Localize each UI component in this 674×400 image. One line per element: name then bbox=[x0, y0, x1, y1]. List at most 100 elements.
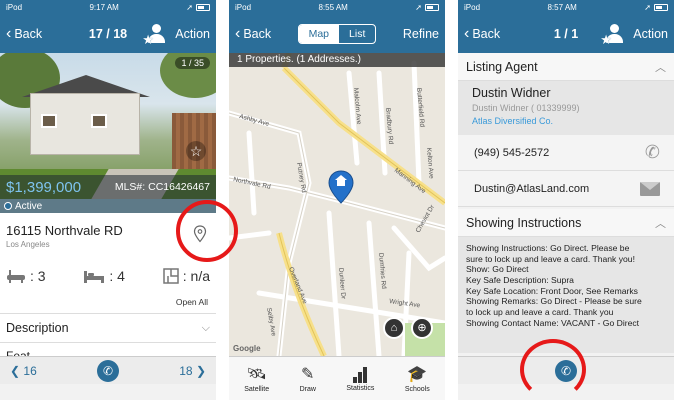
schools-label: Schools bbox=[404, 386, 430, 393]
schools-button[interactable]: 🎓 Schools bbox=[405, 366, 430, 393]
property-photo[interactable]: 1 / 35 ☆ $1,399,000 MLS#: CC16426467 bbox=[0, 53, 216, 199]
next-number: 18 bbox=[179, 363, 193, 378]
back-label: Back bbox=[243, 27, 272, 41]
showing-line: Show: Go Direct bbox=[466, 264, 529, 275]
carrier-label: iPod bbox=[464, 3, 481, 12]
open-all-link[interactable]: Open All bbox=[176, 297, 208, 307]
tab-map[interactable]: Map bbox=[298, 25, 340, 43]
showing-line: Key Safe Description: Supra bbox=[466, 274, 574, 285]
carrier-label: iPod bbox=[235, 3, 252, 12]
tab-list[interactable]: List bbox=[339, 25, 375, 43]
properties-count-bar: 1 Properties. (1 Addresses.) bbox=[229, 53, 445, 67]
email-row[interactable]: Dustin@AtlasLand.com bbox=[458, 171, 674, 207]
satellite-button[interactable]: 🛰 Satellite bbox=[244, 366, 269, 393]
carrier-label: iPod bbox=[6, 3, 23, 12]
refine-button[interactable]: Refine bbox=[403, 27, 439, 41]
map-toolbar: 🛰 Satellite ✎ Draw Statistics 🎓 Schools bbox=[229, 356, 445, 400]
chevron-up-icon: ︿ bbox=[655, 61, 666, 74]
action-button[interactable]: Action bbox=[633, 27, 668, 41]
nav-bar: ‹ Back Map List Refine bbox=[229, 15, 445, 53]
price: $1,399,000 bbox=[6, 178, 82, 196]
showing-instructions-header[interactable]: Showing Instructions ︿ bbox=[458, 209, 674, 237]
status-bar: iPod 8:57 AM ➚ bbox=[458, 0, 674, 15]
chevron-left-icon: ‹ bbox=[6, 25, 12, 42]
envelope-icon[interactable] bbox=[640, 181, 660, 196]
agent-card: Dustin Widner Dustin Widner ( 01339999) … bbox=[458, 81, 674, 135]
feature-row: : 3 : 4 : n/a bbox=[6, 268, 210, 284]
city: Los Angeles bbox=[6, 240, 50, 249]
satellite-label: Satellite bbox=[244, 386, 270, 393]
showing-line: Showing Instructions: Go Direct. Please … bbox=[466, 243, 630, 253]
locate-icon[interactable]: ⊕ bbox=[411, 317, 433, 339]
email-address: Dustin@AtlasLand.com bbox=[474, 182, 590, 195]
back-label: Back bbox=[14, 27, 43, 41]
next-listing-button[interactable]: 18 ❯ bbox=[179, 364, 206, 378]
showing-line: Showing Contact Name: VACANT - Go Direct bbox=[466, 317, 640, 328]
highlight-circle bbox=[520, 339, 586, 400]
description-label: Description bbox=[6, 321, 69, 335]
prev-number: 16 bbox=[23, 363, 37, 378]
map-list-toggle: Map List bbox=[297, 24, 377, 44]
satellite-icon: 🛰 bbox=[246, 366, 267, 383]
sqft-value: : n/a bbox=[182, 268, 210, 284]
phone-icon[interactable]: ✆ bbox=[97, 359, 119, 382]
showing-line: Key Safe Location: Front Door, See Remar… bbox=[466, 285, 638, 296]
chevron-left-icon: ‹ bbox=[464, 25, 470, 42]
time-label: 9:17 AM bbox=[89, 3, 119, 12]
price-bar: $1,399,000 MLS#: CC16426467 bbox=[0, 175, 216, 199]
bath-count: : 3 bbox=[6, 268, 46, 284]
listing-detail-screen: iPod 9:17 AM ➚ ‹ Back 17 / 18 ★ Action 1… bbox=[0, 0, 216, 400]
statistics-button[interactable]: Statistics bbox=[346, 367, 374, 392]
star-icon[interactable]: ☆ bbox=[186, 141, 206, 161]
battery-icon: ➚ bbox=[186, 3, 210, 12]
showing-instructions-title: Showing Instructions bbox=[466, 215, 582, 230]
nav-bar: ‹ Back 17 / 18 ★ Action bbox=[0, 15, 216, 53]
listing-agent-header[interactable]: Listing Agent ︿ bbox=[458, 53, 674, 81]
showing-line: sure to lock up and leave a card. Thank … bbox=[466, 253, 635, 264]
street-map[interactable]: Ashby Ave Northvale Rd Putney Rd Manning… bbox=[229, 52, 445, 359]
agent-name: Dustin Widner bbox=[472, 86, 551, 100]
time-label: 8:57 AM bbox=[547, 3, 577, 12]
listing-agent-title: Listing Agent bbox=[466, 59, 538, 74]
bath-icon bbox=[7, 270, 25, 283]
map-view[interactable]: Ashby Ave Northvale Rd Putney Rd Manning… bbox=[229, 52, 445, 359]
agent-license: Dustin Widner ( 01339999) bbox=[472, 103, 580, 113]
back-button[interactable]: ‹ Back bbox=[6, 26, 42, 42]
map-attribution: Google bbox=[233, 344, 261, 353]
bed-value: : 4 bbox=[109, 268, 125, 284]
favorite-agent-icon[interactable]: ★ bbox=[600, 24, 625, 47]
action-button[interactable]: Action bbox=[175, 27, 210, 41]
home-icon[interactable]: ⌂ bbox=[383, 317, 405, 339]
status-dot-icon bbox=[4, 202, 12, 210]
draw-label: Draw bbox=[299, 386, 316, 393]
schools-icon: 🎓 bbox=[407, 366, 428, 383]
agent-details: Listing Agent ︿ Dustin Widner Dustin Wid… bbox=[458, 53, 674, 356]
favorite-agent-icon[interactable]: ★ bbox=[142, 24, 167, 47]
battery-icon: ➚ bbox=[644, 3, 668, 12]
chevron-down-icon: ⌵ bbox=[201, 321, 210, 334]
chevron-up-icon: ︿ bbox=[655, 217, 666, 230]
chevron-left-icon: ❮ bbox=[10, 363, 21, 378]
draw-button[interactable]: ✎ Draw bbox=[300, 366, 316, 393]
status-bar: iPod 9:17 AM ➚ bbox=[0, 0, 216, 15]
back-button[interactable]: ‹ Back bbox=[235, 26, 271, 42]
showing-line: to lock up and leave a card. Thank you bbox=[466, 306, 614, 317]
phone-row[interactable]: (949) 545-2572 ✆ bbox=[458, 135, 674, 171]
agent-info-screen: iPod 8:57 AM ➚ ‹ Back 1 / 1 ★ Action Lis… bbox=[458, 0, 674, 400]
photo-counter: 1 / 35 bbox=[175, 57, 210, 69]
battery-icon: ➚ bbox=[415, 3, 439, 12]
time-label: 8:55 AM bbox=[318, 3, 348, 12]
bottom-toolbar: ❮ 16 ✆ 18 ❯ bbox=[0, 356, 216, 384]
agent-company-link[interactable]: Atlas Diversified Co. bbox=[472, 116, 660, 126]
mls-number: MLS#: CC16426467 bbox=[114, 181, 210, 193]
bath-value: : 3 bbox=[30, 268, 46, 284]
prev-listing-button[interactable]: ❮ 16 bbox=[10, 364, 37, 378]
sqft-value-group: : n/a bbox=[163, 268, 210, 284]
chevron-right-icon: ❯ bbox=[195, 363, 206, 378]
back-label: Back bbox=[472, 27, 501, 41]
description-section[interactable]: Description ⌵ bbox=[0, 313, 216, 343]
back-button[interactable]: ‹ Back bbox=[464, 26, 500, 42]
statistics-label: Statistics bbox=[346, 385, 375, 392]
phone-icon[interactable]: ✆ bbox=[645, 142, 660, 163]
status-label: Active bbox=[15, 200, 43, 212]
